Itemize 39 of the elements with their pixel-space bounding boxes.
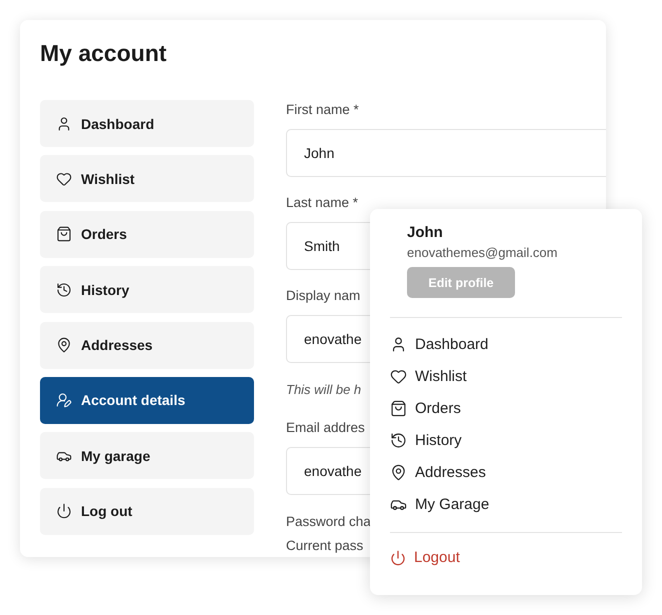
menu-item[interactable]: Wishlist: [390, 366, 622, 387]
history-icon: [56, 282, 72, 298]
field-label: Display nam: [286, 287, 362, 305]
sidebar-item[interactable]: Addresses: [40, 322, 254, 369]
map-pin-icon: [56, 337, 72, 354]
section-label: Password cha: [286, 513, 372, 531]
user-icon: [390, 336, 407, 353]
menu-item[interactable]: Orders: [390, 398, 622, 419]
sidebar-item[interactable]: History: [40, 266, 254, 314]
map-pin-icon: [390, 464, 407, 481]
user-edit-icon: [56, 392, 72, 408]
shopping-bag-icon: [56, 226, 72, 242]
field-label: Email addres: [286, 419, 366, 437]
heart-icon: [390, 368, 407, 385]
menu-item[interactable]: History: [390, 430, 622, 451]
menu-item[interactable]: Dashboard: [390, 334, 622, 355]
shopping-bag-icon: [390, 400, 407, 417]
history-icon: [390, 432, 407, 449]
sidebar-item[interactable]: Orders: [40, 210, 254, 258]
sidebar-item[interactable]: Account details: [40, 376, 254, 424]
field-label: Current pass: [286, 537, 364, 555]
page-title: My account: [40, 40, 168, 66]
sidebar-item[interactable]: Log out: [40, 488, 254, 535]
menu-item[interactable]: My Garage: [390, 494, 622, 515]
power-icon: [56, 503, 72, 520]
user-email: enovathemes@gmail.com: [407, 245, 558, 260]
sidebar-item[interactable]: Dashboard: [40, 100, 254, 147]
sidebar-item[interactable]: Wishlist: [40, 155, 254, 202]
logout-item[interactable]: Logout: [390, 547, 622, 568]
sidebar-item[interactable]: My garage: [40, 432, 254, 480]
field-label: Last name *: [286, 194, 360, 212]
user-name: John: [407, 224, 443, 242]
input-field[interactable]: John: [286, 129, 606, 177]
power-icon: [390, 550, 406, 566]
menu-item[interactable]: Addresses: [390, 462, 622, 483]
user-icon: [56, 116, 72, 132]
heart-icon: [56, 170, 72, 187]
field-label: First name *: [286, 101, 360, 119]
field-hint: This will be h: [286, 381, 362, 399]
